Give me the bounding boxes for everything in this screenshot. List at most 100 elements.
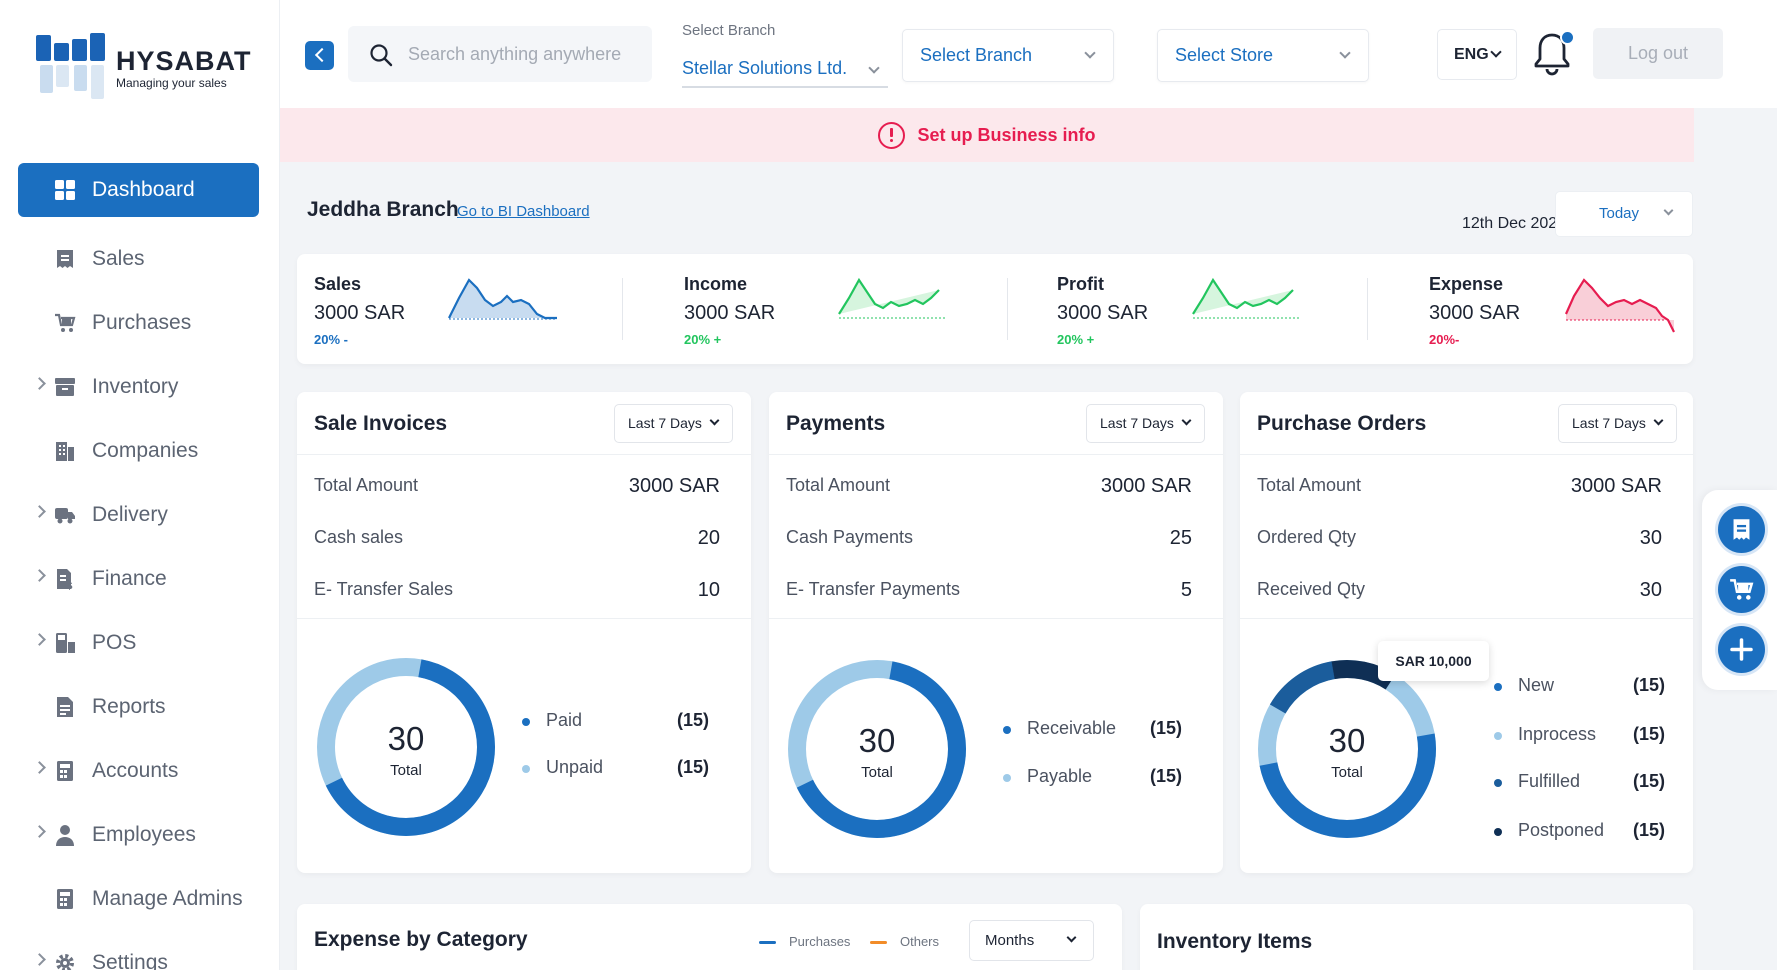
panel-title: Payments bbox=[786, 412, 886, 435]
logo[interactable]: HYSABAT Managing your sales bbox=[36, 32, 256, 104]
quick-sale-button[interactable] bbox=[1718, 506, 1765, 553]
pos-icon bbox=[56, 633, 75, 653]
sales-sparkline bbox=[448, 278, 557, 320]
sidebar-item-label: Manage Admins bbox=[92, 887, 243, 910]
legend-item: Unpaid (15) bbox=[522, 757, 709, 781]
sales-icon bbox=[1733, 519, 1750, 540]
sidebar-item-dashboard[interactable]: Dashboard bbox=[18, 163, 259, 217]
row-value: 10 bbox=[697, 579, 720, 601]
sidebar-item-purchases[interactable]: Purchases bbox=[18, 291, 259, 355]
cart-icon bbox=[55, 313, 76, 332]
sidebar-item-employees[interactable]: Employees bbox=[18, 803, 259, 867]
search-icon bbox=[370, 44, 393, 67]
sidebar-item-accounts[interactable]: Accounts bbox=[18, 739, 259, 803]
branch-dropdown[interactable]: Select Branch bbox=[902, 29, 1114, 82]
truck-icon bbox=[55, 508, 75, 524]
panel-period-dropdown[interactable]: Last 7 Days bbox=[1086, 404, 1205, 443]
legend-count: (15) bbox=[676, 757, 709, 777]
kpi-expense: Expense 3000 SAR 20%- bbox=[1429, 254, 1689, 364]
company-select-label: Select Branch bbox=[682, 22, 776, 39]
months-dropdown[interactable]: Months bbox=[969, 920, 1094, 961]
profit-sparkline bbox=[1192, 277, 1301, 319]
store-dropdown[interactable]: Select Store bbox=[1157, 29, 1369, 82]
legend-item: Postponed (15) bbox=[1494, 820, 1665, 844]
sidebar-item-delivery[interactable]: Delivery bbox=[18, 483, 259, 547]
company-select-value: Stellar Solutions Ltd. bbox=[682, 58, 848, 78]
legend-item: Payable (15) bbox=[1003, 766, 1182, 790]
legend-label: Fulfilled bbox=[1518, 771, 1581, 791]
kpi-change: 20% + bbox=[1057, 332, 1095, 347]
kpi-profit: Profit 3000 SAR 20% + bbox=[1057, 254, 1317, 364]
setup-alert-banner[interactable]: Set up Business info bbox=[280, 108, 1694, 162]
sale-invoices-card: Sale Invoices Last 7 Days Total Amount 3… bbox=[297, 392, 751, 873]
sidebar-item-inventory[interactable]: Inventory bbox=[18, 355, 259, 419]
legend-label: Postponed bbox=[1518, 820, 1605, 840]
bi-dashboard-link[interactable]: Go to BI Dashboard bbox=[457, 203, 590, 220]
donut-total-label: Total bbox=[1331, 764, 1363, 781]
sidebar-item-manage-admins[interactable]: Manage Admins bbox=[18, 867, 259, 931]
panel-row: Total Amount 3000 SAR bbox=[786, 475, 1192, 505]
chevron-down-icon bbox=[1663, 205, 1674, 216]
sales-icon bbox=[57, 250, 73, 268]
inventory-items-card: Inventory Items bbox=[1140, 904, 1693, 970]
invoices-donut-chart: 30 Total bbox=[315, 656, 497, 838]
panel-period-dropdown[interactable]: Last 7 Days bbox=[1558, 404, 1677, 443]
row-value: 30 bbox=[1639, 579, 1662, 601]
collapse-sidebar-button[interactable] bbox=[305, 41, 334, 70]
sidebar-item-label: Reports bbox=[92, 695, 166, 718]
plus-icon bbox=[1730, 638, 1753, 661]
row-label: E- Transfer Payments bbox=[786, 579, 961, 599]
kpi-title: Expense bbox=[1429, 274, 1504, 294]
warning-icon bbox=[878, 121, 906, 149]
quick-purchase-button[interactable] bbox=[1718, 566, 1765, 613]
kpi-title: Income bbox=[684, 274, 748, 294]
legend-count: (15) bbox=[1632, 771, 1665, 791]
kpi-value: 3000 SAR bbox=[1057, 302, 1149, 324]
language-select[interactable]: ENG bbox=[1437, 29, 1517, 80]
sidebar-item-pos[interactable]: POS bbox=[18, 611, 259, 675]
chevron-right-icon bbox=[33, 953, 46, 966]
chevron-right-icon bbox=[33, 569, 46, 582]
sidebar-item-settings[interactable]: Settings bbox=[18, 931, 259, 970]
panel-period-value: Last 7 Days bbox=[1572, 415, 1646, 431]
logout-button[interactable]: Log out bbox=[1593, 28, 1723, 79]
chevron-down-icon bbox=[1084, 47, 1096, 59]
panel-title: Expense by Category bbox=[314, 928, 528, 951]
legend-label: Others bbox=[900, 934, 940, 949]
logo-mark-icon bbox=[36, 33, 112, 103]
row-label: Total Amount bbox=[1257, 475, 1362, 495]
chevron-down-icon bbox=[1490, 46, 1502, 58]
notifications-button[interactable] bbox=[1530, 28, 1576, 80]
legend-label: Paid bbox=[546, 710, 583, 730]
legend-label: New bbox=[1518, 675, 1555, 695]
store-dropdown-label: Select Store bbox=[1175, 45, 1274, 65]
search-input[interactable] bbox=[408, 41, 638, 67]
sidebar-item-label: Companies bbox=[92, 439, 199, 462]
legend-label: Payable bbox=[1027, 766, 1093, 786]
panel-title: Inventory Items bbox=[1157, 930, 1313, 953]
sidebar-item-reports[interactable]: Reports bbox=[18, 675, 259, 739]
payments-donut-chart: 30 Total bbox=[786, 658, 968, 840]
period-value: Today bbox=[1599, 205, 1640, 222]
panel-title: Purchase Orders bbox=[1257, 412, 1427, 435]
kpi-title: Sales bbox=[314, 274, 362, 294]
search-box[interactable] bbox=[348, 26, 652, 82]
legend-item: New (15) bbox=[1494, 675, 1665, 699]
donut-total: 30 bbox=[858, 722, 896, 759]
legend-item: Inprocess (15) bbox=[1494, 724, 1665, 748]
legend-label: Unpaid bbox=[546, 757, 604, 777]
sidebar-item-sales[interactable]: Sales bbox=[18, 227, 259, 291]
chevron-down-icon bbox=[868, 62, 880, 74]
panel-period-dropdown[interactable]: Last 7 Days bbox=[614, 404, 733, 443]
sidebar-item-finance[interactable]: $ Finance bbox=[18, 547, 259, 611]
kpi-change: 20% + bbox=[684, 332, 722, 347]
chevron-down-icon bbox=[1066, 932, 1077, 943]
kpi-value: 3000 SAR bbox=[314, 302, 406, 324]
company-select[interactable]: Select Branch Stellar Solutions Ltd. bbox=[682, 22, 892, 88]
building-icon bbox=[56, 442, 74, 461]
sidebar-item-companies[interactable]: Companies bbox=[18, 419, 259, 483]
chevron-down-icon bbox=[1653, 415, 1664, 426]
quick-add-button[interactable] bbox=[1718, 626, 1765, 673]
period-dropdown[interactable]: Today bbox=[1555, 191, 1693, 237]
row-value: 3000 SAR bbox=[1100, 475, 1192, 497]
